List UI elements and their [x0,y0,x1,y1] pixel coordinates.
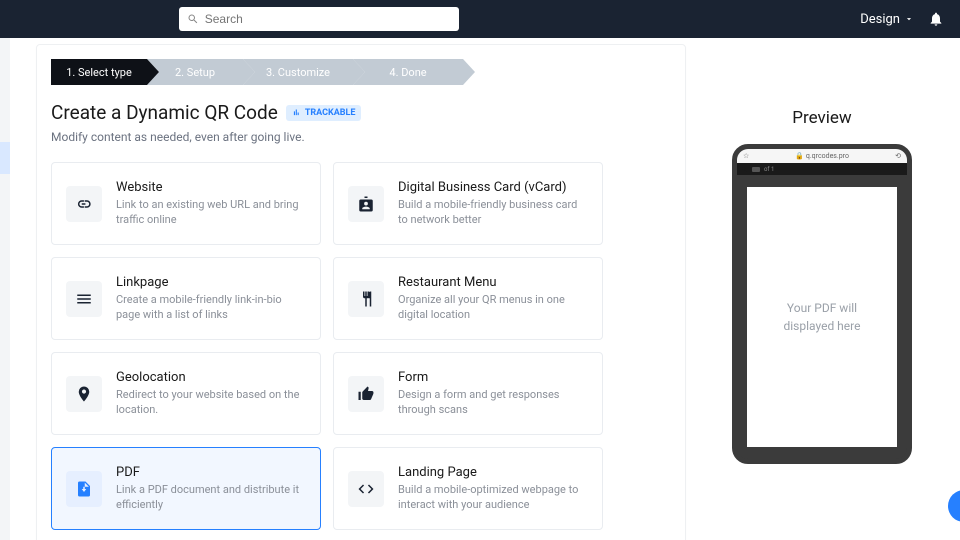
tile-desc: Create a mobile-friendly link-in-bio pag… [116,292,306,323]
page-title: Create a Dynamic QR Code [51,101,278,124]
tile-title: Linkpage [116,275,306,290]
step-label: 2. Setup [175,66,215,79]
search-input[interactable] [179,7,459,31]
tile-title: PDF [116,465,306,480]
step-done[interactable]: 4. Done [353,59,463,85]
phone-browser-bar: ☆ 🔒 q.qrcodes.pro ⟲ [737,149,907,163]
design-label: Design [860,12,900,27]
location-pin-icon [66,376,102,412]
main-card: 1. Select type 2. Setup 3. Customize 4. … [36,44,686,540]
phone-screen-text: Your PDF will displayed here [747,187,897,447]
step-label: 3. Customize [266,66,330,79]
top-bar: Design [0,0,960,38]
chart-bar-icon [292,108,301,117]
utensils-icon [348,281,384,317]
topbar-right: Design [860,11,944,27]
tile-title: Digital Business Card (vCard) [398,180,588,195]
tile-desc: Design a form and get responses through … [398,387,588,418]
pdf-file-icon [66,471,102,507]
bell-icon[interactable] [928,11,944,27]
step-bar: 1. Select type 2. Setup 3. Customize 4. … [51,59,671,85]
tile-title: Form [398,370,588,385]
tile-desc: Link a PDF document and distribute it ef… [116,482,306,513]
tile-landing-page[interactable]: Landing Page Build a mobile-optimized we… [333,447,603,530]
tile-geolocation[interactable]: Geolocation Redirect to your website bas… [51,352,321,435]
tile-pdf[interactable]: PDF Link a PDF document and distribute i… [51,447,321,530]
step-label: 1. Select type [66,66,132,79]
tile-desc: Build a mobile-friendly business card to… [398,197,588,228]
code-icon [348,471,384,507]
toolbar-item [752,167,760,172]
page-subtitle: Modify content as needed, even after goi… [51,130,671,144]
step-customize[interactable]: 3. Customize [243,59,353,85]
thumbs-up-icon [348,376,384,412]
star-icon: ☆ [743,152,749,160]
tile-vcard[interactable]: Digital Business Card (vCard) Build a mo… [333,162,603,245]
trackable-badge: TRACKABLE [286,105,362,121]
step-label: 4. Done [389,66,426,79]
tile-desc: Organize all your QR menus in one digita… [398,292,588,323]
tile-linkpage[interactable]: Linkpage Create a mobile-friendly link-i… [51,257,321,340]
refresh-icon: ⟲ [895,152,901,160]
step-select-type[interactable]: 1. Select type [51,59,147,85]
page-count: of 1 [764,166,774,173]
heading-row: Create a Dynamic QR Code TRACKABLE [51,101,671,124]
chevron-down-icon [904,14,914,24]
tile-title: Restaurant Menu [398,275,588,290]
design-dropdown[interactable]: Design [860,12,914,27]
left-rail-active [0,142,10,174]
phone-pdf-toolbar: of 1 [737,163,907,175]
search-wrap [179,7,459,31]
step-setup[interactable]: 2. Setup [147,59,243,85]
search-icon [741,166,748,173]
menu-lines-icon [66,281,102,317]
preview-area: Preview ☆ 🔒 q.qrcodes.pro ⟲ of 1 Your PD… [702,108,942,464]
id-card-icon [348,186,384,222]
tile-title: Website [116,180,306,195]
phone-url: 🔒 q.qrcodes.pro [795,152,849,160]
type-grid: Website Link to an existing web URL and … [51,162,671,530]
tile-form[interactable]: Form Design a form and get responses thr… [333,352,603,435]
tile-title: Landing Page [398,465,588,480]
search-icon [187,13,199,25]
tile-desc: Build a mobile-optimized webpage to inte… [398,482,588,513]
phone-mock: ☆ 🔒 q.qrcodes.pro ⟲ of 1 Your PDF will d… [732,144,912,464]
tile-title: Geolocation [116,370,306,385]
left-rail [0,38,10,540]
tile-website[interactable]: Website Link to an existing web URL and … [51,162,321,245]
trackable-text: TRACKABLE [305,108,356,118]
tile-restaurant[interactable]: Restaurant Menu Organize all your QR men… [333,257,603,340]
tile-desc: Link to an existing web URL and bring tr… [116,197,306,228]
tile-desc: Redirect to your website based on the lo… [116,387,306,418]
preview-title: Preview [702,108,942,128]
link-icon [66,186,102,222]
